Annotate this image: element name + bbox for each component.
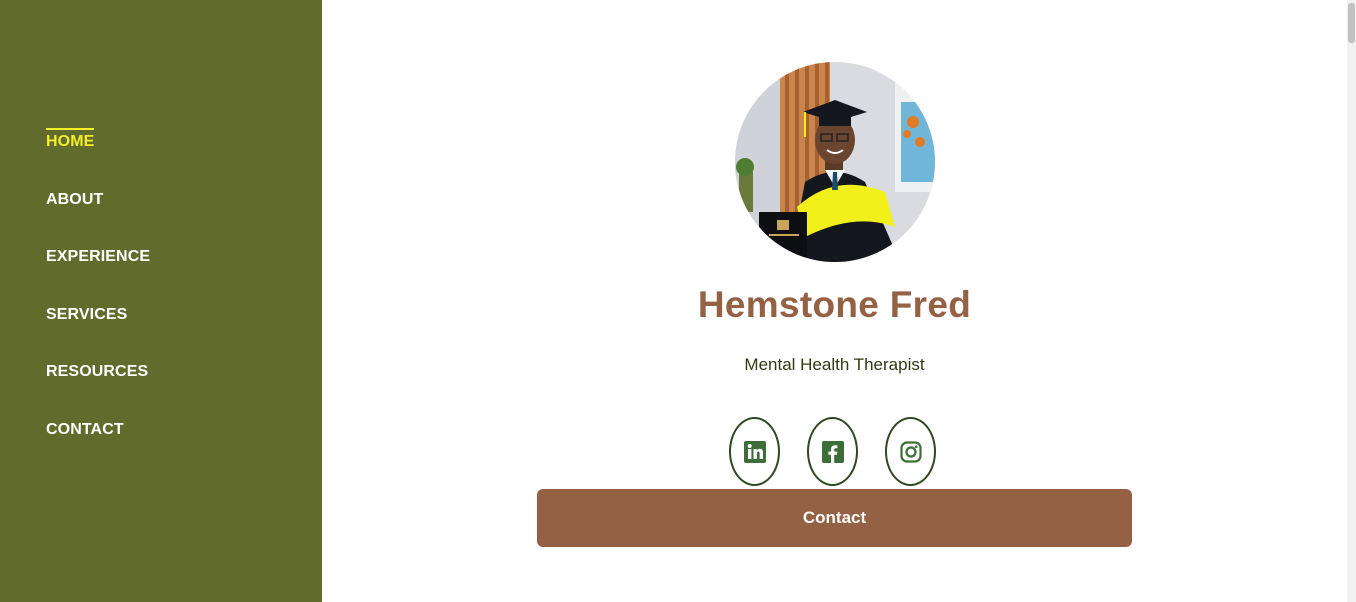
page: HOME ABOUT EXPERIENCE SERVICES RESOURCES… [0,0,1356,602]
profile-name: Hemstone Fred [697,284,972,325]
sidebar-item-resources: RESOURCES [46,358,150,416]
vertical-scrollbar[interactable] [1347,0,1356,602]
nav-link-experience[interactable]: EXPERIENCE [46,243,150,266]
nav-link-home[interactable]: HOME [46,128,95,151]
contact-button[interactable]: Contact [537,489,1132,547]
social-links [729,417,936,486]
instagram-icon [899,440,922,463]
instagram-link[interactable] [885,417,936,486]
main-content: Hemstone Fred Mental Health Therapist Co… [322,0,1356,602]
linkedin-link[interactable] [729,417,780,486]
linkedin-icon [743,440,766,463]
sidebar-item-services: SERVICES [46,301,150,359]
nav-link-services[interactable]: SERVICES [46,301,127,324]
sidebar-item-home: HOME [46,128,150,186]
sidebar-item-about: ABOUT [46,186,150,244]
profile-photo-illustration [735,62,935,262]
scrollbar-thumb[interactable] [1348,3,1355,43]
facebook-icon [821,440,844,463]
nav-link-contact[interactable]: CONTACT [46,416,124,439]
sidebar-item-contact: CONTACT [46,416,150,474]
sidebar-nav: HOME ABOUT EXPERIENCE SERVICES RESOURCES… [46,128,150,474]
profile-role: Mental Health Therapist [744,355,925,374]
profile-photo [735,62,935,262]
facebook-link[interactable] [807,417,858,486]
nav-link-resources[interactable]: RESOURCES [46,358,148,381]
sidebar: HOME ABOUT EXPERIENCE SERVICES RESOURCES… [0,0,322,602]
sidebar-item-experience: EXPERIENCE [46,243,150,301]
nav-link-about[interactable]: ABOUT [46,186,103,209]
